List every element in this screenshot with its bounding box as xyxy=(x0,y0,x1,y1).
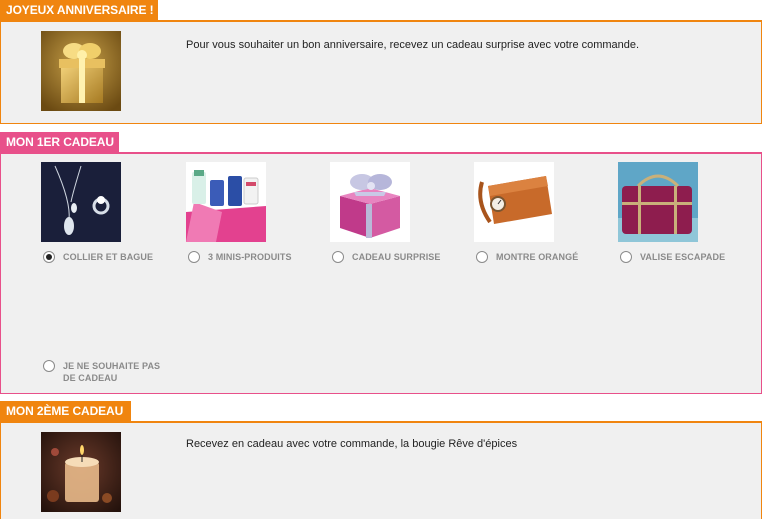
second-gift-tab-label: MON 2ÈME CADEAU xyxy=(6,404,124,418)
second-gift-message: Recevez en cadeau avec votre commande, l… xyxy=(186,438,518,450)
no-gift-label: JE NE SOUHAITE PAS DE CADEAU xyxy=(63,361,161,383)
birthday-tab: JOYEUX ANNIVERSAIRE ! xyxy=(0,0,158,20)
gift-option-radio[interactable] xyxy=(620,251,632,263)
gift-option-label: 3 MINIS-PRODUITS xyxy=(208,252,292,262)
first-gift-tab-label: MON 1ER CADEAU xyxy=(6,135,114,149)
gift-option-radio[interactable] xyxy=(476,251,488,263)
second-gift-tab: MON 2ÈME CADEAU xyxy=(0,401,131,421)
second-gift-panel: Recevez en cadeau avec votre commande, l… xyxy=(0,421,762,519)
mini-products-image xyxy=(186,162,266,242)
second-gift-section: MON 2ÈME CADEAU Recevez en cadeau avec v… xyxy=(0,401,762,519)
travel-bag-image xyxy=(618,162,698,242)
gift-option-label: MONTRE ORANGÉ xyxy=(496,252,579,262)
orange-watch-image xyxy=(474,162,554,242)
necklace-ring-image xyxy=(41,162,121,242)
birthday-panel: Pour vous souhaiter un bon anniversaire,… xyxy=(0,20,762,124)
gift-option-label: VALISE ESCAPADE xyxy=(640,252,726,262)
gift-option-radio[interactable] xyxy=(188,251,200,263)
pink-gift-box-image xyxy=(330,162,410,242)
gold-gift-box-image xyxy=(41,31,121,111)
birthday-tab-label: JOYEUX ANNIVERSAIRE ! xyxy=(6,3,154,17)
first-gift-panel: COLLIER ET BAGUE 3 MINIS-PRODUITS CADEAU… xyxy=(0,152,762,394)
first-gift-section: MON 1ER CADEAU COLLIER ET BAGUE 3 MINIS-… xyxy=(0,132,762,394)
gift-option-label: COLLIER ET BAGUE xyxy=(63,252,154,262)
candle-image xyxy=(41,432,121,512)
first-gift-tab: MON 1ER CADEAU xyxy=(0,132,119,152)
gift-option-radio[interactable] xyxy=(332,251,344,263)
birthday-section: JOYEUX ANNIVERSAIRE ! Pour vous souhaite… xyxy=(0,0,762,124)
gift-option-label: CADEAU SURPRISE xyxy=(352,252,441,262)
gift-option-radio[interactable] xyxy=(43,251,55,263)
gift-option-radio[interactable] xyxy=(43,360,55,372)
birthday-message: Pour vous souhaiter un bon anniversaire,… xyxy=(186,39,640,51)
